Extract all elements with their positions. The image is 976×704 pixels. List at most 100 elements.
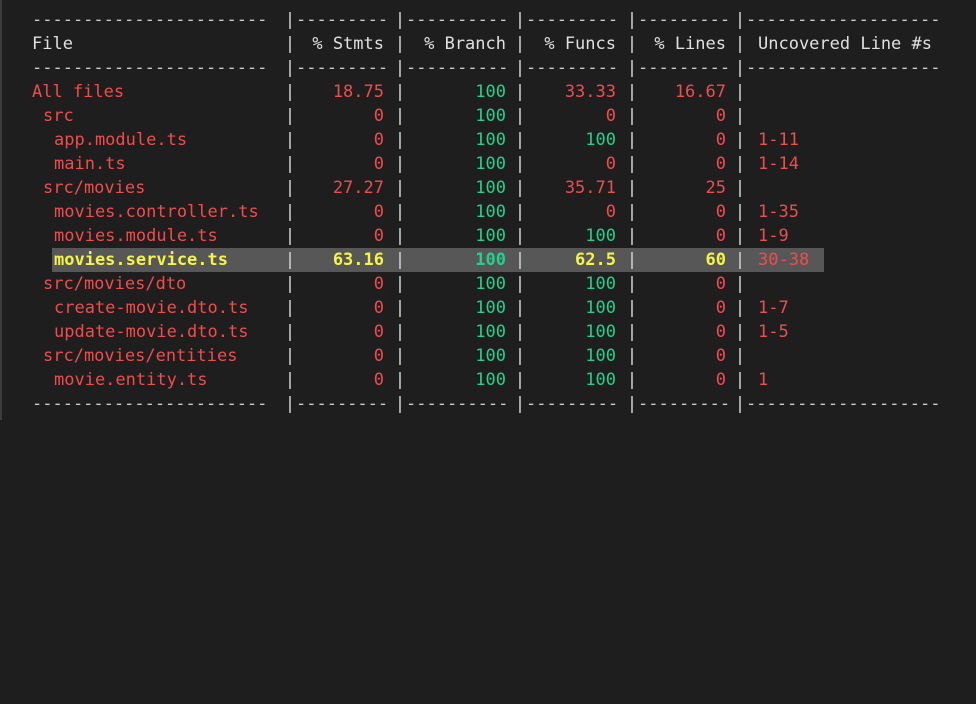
lines-value: 0	[715, 226, 726, 246]
uncovered-lines: 30-38	[758, 250, 810, 270]
uncovered-lines: 1-14	[758, 154, 799, 174]
funcs-value: 0	[605, 202, 616, 222]
header-uncovered: Uncovered Line #s	[758, 34, 932, 54]
funcs-value: 0	[605, 154, 616, 174]
uncovered-lines: 1-11	[758, 130, 799, 150]
branch-value: 100	[475, 202, 506, 222]
funcs-value: 100	[585, 298, 616, 318]
sep-uncovered: -------------------	[746, 394, 941, 414]
funcs-value: 100	[585, 322, 616, 342]
uncovered-lines: 1-35	[758, 202, 799, 222]
lines-value: 0	[715, 274, 726, 294]
uncovered-lines: 1-9	[758, 226, 789, 246]
sep-lines: ---------	[638, 58, 731, 78]
file-name: movie.entity.ts	[54, 370, 208, 390]
branch-value: 100	[475, 346, 506, 366]
sep-branch: ----------	[406, 394, 508, 414]
terminal-panel[interactable]: ----------------------- | --------- | --…	[0, 0, 976, 420]
stmts-value: 0	[373, 370, 384, 390]
stmts-value: 0	[373, 226, 384, 246]
branch-value: 100	[475, 298, 506, 318]
lines-value: 25	[705, 178, 726, 198]
file-name: src/movies/dto	[43, 274, 187, 294]
stmts-value: 0	[373, 154, 384, 174]
stmts-value: 0	[373, 202, 384, 222]
lines-value: 0	[715, 154, 726, 174]
sep-lines: ---------	[638, 394, 731, 414]
sep-funcs: ---------	[526, 10, 619, 30]
stmts-value: 18.75	[332, 82, 384, 102]
branch-value: 100	[475, 274, 506, 294]
file-name: src/movies/entities	[43, 346, 238, 366]
stmts-value: 27.27	[332, 178, 384, 198]
funcs-value: 100	[585, 370, 616, 390]
file-name: src/movies	[43, 178, 146, 198]
stmts-value: 0	[373, 106, 384, 126]
lines-value: 0	[715, 298, 726, 318]
branch-value: 100	[475, 370, 506, 390]
table-row: src/movies/dto | 0 | 100 | 100 | 0 |	[0, 272, 976, 296]
branch-value: 100	[475, 226, 506, 246]
file-name: src	[43, 106, 74, 126]
sep-funcs: ---------	[526, 394, 619, 414]
table-row: All files | 18.75 | 100 | 33.33 | 16.67 |	[0, 80, 976, 104]
branch-value: 100	[475, 154, 506, 174]
funcs-value: 100	[585, 130, 616, 150]
lines-value: 0	[715, 346, 726, 366]
sep-stmts: ---------	[296, 394, 388, 414]
branch-value: 100	[475, 178, 506, 198]
funcs-value: 35.71	[564, 178, 616, 198]
sep-branch: ----------	[406, 10, 508, 30]
lines-value: 16.67	[674, 82, 726, 102]
sep-stmts: ---------	[296, 58, 388, 78]
file-name: All files	[32, 82, 125, 102]
funcs-value: 33.33	[564, 82, 616, 102]
table-row: movies.controller.ts | 0 | 100 | 0 | 0 | 1-35	[0, 200, 976, 224]
lines-value: 0	[715, 130, 726, 150]
sep-uncovered: -------------------	[746, 58, 941, 78]
file-name: main.ts	[54, 154, 126, 174]
separator-bottom: ----------------------- | --------- | --…	[0, 392, 976, 416]
table-row: src | 0 | 100 | 0 | 0 |	[0, 104, 976, 128]
uncovered-lines: 1-7	[758, 298, 789, 318]
separator-header: ----------------------- | --------- | --…	[0, 56, 976, 80]
table-header: File | % Stmts | % Branch | % Funcs | % …	[0, 32, 976, 56]
branch-value: 100	[475, 82, 506, 102]
lines-value: 0	[715, 370, 726, 390]
header-lines: % Lines	[654, 34, 726, 54]
stmts-value: 63.16	[332, 250, 384, 270]
uncovered-lines	[758, 104, 968, 128]
header-branch: % Branch	[424, 34, 506, 54]
sep-file: -----------------------	[32, 394, 268, 414]
funcs-value: 100	[585, 274, 616, 294]
table-row: app.module.ts | 0 | 100 | 100 | 0 | 1-11	[0, 128, 976, 152]
table-row: update-movie.dto.ts | 0 | 100 | 100 | 0 | 1-5	[0, 320, 976, 344]
uncovered-lines	[758, 344, 968, 368]
sep-uncovered: -------------------	[746, 10, 941, 30]
lines-value: 0	[715, 106, 726, 126]
sep-lines: ---------	[638, 10, 731, 30]
file-name: movies.module.ts	[54, 226, 218, 246]
uncovered-lines: 1	[758, 370, 769, 390]
table-row: movies.module.ts | 0 | 100 | 100 | 0 | 1-9	[0, 224, 976, 248]
file-name: app.module.ts	[54, 130, 188, 150]
funcs-value: 100	[585, 346, 616, 366]
stmts-value: 0	[373, 322, 384, 342]
stmts-value: 0	[373, 130, 384, 150]
sep-funcs: ---------	[526, 58, 619, 78]
sep-branch: ----------	[406, 58, 508, 78]
file-name: movies.service.ts	[54, 250, 228, 270]
file-name: movies.controller.ts	[54, 202, 259, 222]
lines-value: 0	[715, 322, 726, 342]
sep-file: -----------------------	[32, 58, 268, 78]
stmts-value: 0	[373, 298, 384, 318]
branch-value: 100	[475, 322, 506, 342]
table-row: src/movies/entities | 0 | 100 | 100 | 0 |	[0, 344, 976, 368]
stmts-value: 0	[373, 346, 384, 366]
table-row: src/movies | 27.27 | 100 | 35.71 | 25 |	[0, 176, 976, 200]
table-row: movies.service.ts | 63.16 | 100 | 62.5 | 60 | 30-3…	[0, 248, 976, 272]
funcs-value: 0	[605, 106, 616, 126]
branch-value: 100	[475, 130, 506, 150]
funcs-value: 62.5	[575, 250, 616, 270]
branch-value: 100	[475, 250, 506, 270]
